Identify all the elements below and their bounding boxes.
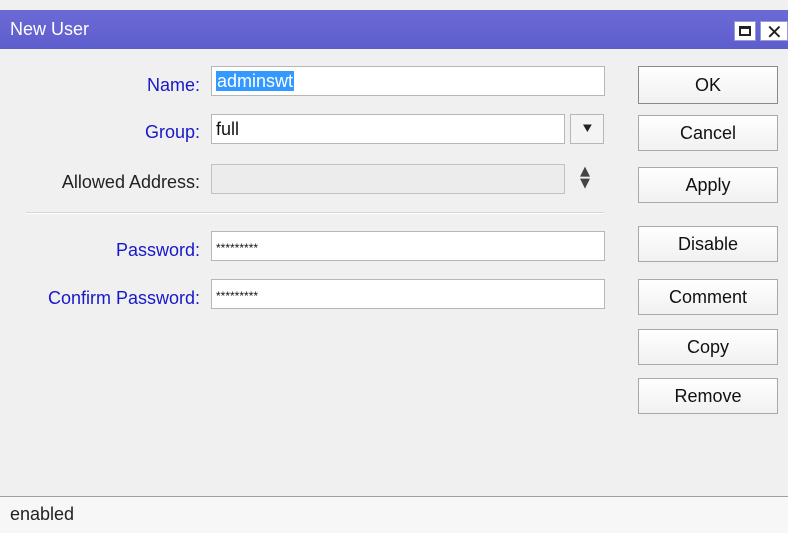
name-input[interactable]: adminswt [211, 66, 605, 96]
group-select[interactable]: full [211, 114, 565, 144]
password-input[interactable]: ********* [211, 231, 605, 261]
comment-button[interactable]: Comment [638, 279, 778, 315]
apply-button[interactable]: Apply [638, 167, 778, 203]
copy-button[interactable]: Copy [638, 329, 778, 365]
dropdown-arrow-icon: ⯆ [581, 119, 594, 138]
group-value: full [216, 119, 240, 139]
close-button[interactable]: ✕ [760, 20, 788, 44]
confirm-password-value: ********* [216, 289, 259, 303]
allowed-address-input[interactable] [211, 164, 565, 194]
new-user-window: New User ✕ Name: adminswt Group: full ⯆ … [0, 0, 788, 533]
cancel-button[interactable]: Cancel [638, 115, 778, 151]
password-value: ********* [216, 241, 259, 255]
confirm-password-label: Confirm Password: [47, 288, 200, 308]
name-value: adminswt [216, 71, 295, 91]
remove-button[interactable]: Remove [638, 378, 778, 414]
section-divider [26, 212, 604, 214]
maximize-icon [739, 26, 751, 36]
ok-button[interactable]: OK [638, 66, 778, 104]
confirm-password-input[interactable]: ********* [211, 279, 605, 309]
maximize-button[interactable] [734, 21, 756, 41]
allowed-address-label: Allowed Address: [61, 172, 200, 192]
window-title: New User [10, 19, 90, 39]
group-label: Group: [144, 122, 200, 142]
group-dropdown-button[interactable]: ⯆ [570, 114, 604, 144]
close-icon: ✕ [766, 20, 783, 44]
disable-button[interactable]: Disable [638, 226, 778, 262]
title-bar[interactable]: New User ✕ [0, 10, 788, 49]
status-text: enabled [10, 504, 75, 524]
allowed-address-spinner[interactable]: ▲ ▼ [578, 164, 602, 194]
password-label: Password: [115, 240, 200, 260]
spinner-down-icon[interactable]: ▼ [580, 176, 590, 191]
status-bar: enabled [0, 496, 788, 533]
name-label: Name: [146, 75, 200, 95]
